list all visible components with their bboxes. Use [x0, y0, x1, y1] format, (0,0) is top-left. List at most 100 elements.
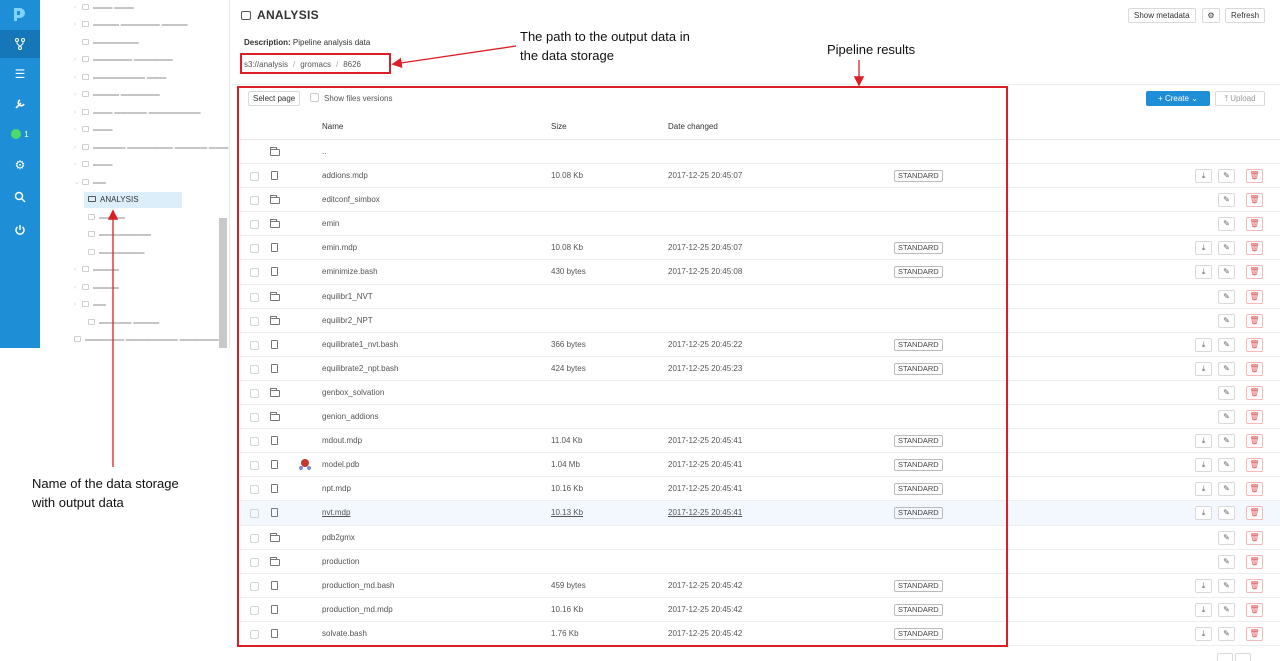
table-row[interactable]: nvt.mdp 10.13 Kb 2017-12-25 20:45:41 STANDA…: [240, 501, 1280, 526]
row-checkbox[interactable]: [250, 485, 259, 495]
delete-icon[interactable]: 🗑: [1246, 506, 1263, 521]
delete-icon[interactable]: 🗑: [1246, 434, 1263, 449]
download-icon[interactable]: ⤓: [1195, 458, 1212, 473]
delete-icon[interactable]: 🗑: [1246, 217, 1263, 232]
delete-icon[interactable]: 🗑: [1246, 361, 1263, 376]
edit-icon[interactable]: ✎: [1218, 241, 1235, 256]
table-row[interactable]: production ✎ 🗑: [240, 550, 1280, 574]
row-checkbox[interactable]: [250, 629, 259, 639]
file-name[interactable]: production_md.bash: [322, 581, 395, 590]
file-name[interactable]: nvt.mdp: [322, 508, 350, 517]
table-row[interactable]: emin ✎ 🗑: [240, 212, 1280, 237]
upload-button[interactable]: ⤒ Upload: [1215, 91, 1265, 106]
row-checkbox[interactable]: [250, 268, 259, 278]
row-checkbox[interactable]: [250, 172, 259, 182]
row-checkbox[interactable]: [250, 509, 259, 519]
edit-icon[interactable]: ✎: [1218, 602, 1235, 617]
breadcrumb-item[interactable]: 8626: [343, 60, 361, 69]
table-row[interactable]: genion_addions ✎ 🗑: [240, 405, 1280, 430]
file-name[interactable]: equilibr1_NVT: [322, 292, 373, 301]
delete-icon[interactable]: 🗑: [1246, 458, 1263, 473]
row-checkbox[interactable]: [250, 388, 259, 398]
tree-item[interactable]: ▬▬▬▬▬▬▬: [82, 36, 139, 50]
tree-item[interactable]: ▬▬▬▬: [88, 211, 125, 225]
tree-item[interactable]: ▬▬▬▬▬▬▬: [88, 246, 145, 260]
delete-icon[interactable]: 🗑: [1246, 313, 1263, 328]
table-row[interactable]: model.pdb 1.04 Mb 2017-12-25 20:45:41 STAND…: [240, 453, 1280, 478]
delete-icon[interactable]: 🗑: [1246, 241, 1263, 256]
delete-icon[interactable]: 🗑: [1246, 193, 1263, 208]
tree-item[interactable]: › ▬▬▬▬: [74, 281, 119, 295]
row-checkbox[interactable]: [250, 413, 259, 423]
tree-item[interactable]: ▬▬▬▬▬▬ ▬▬▬▬▬▬▬▬ ▬▬▬▬▬▬: [74, 333, 219, 347]
tree-item[interactable]: › ▬▬▬▬ ▬▬▬▬▬▬ ▬▬▬▬: [74, 18, 188, 32]
download-icon[interactable]: ⤓: [1195, 506, 1212, 521]
file-name[interactable]: npt.mdp: [322, 484, 351, 493]
download-icon[interactable]: ⤓: [1195, 434, 1212, 449]
file-name[interactable]: ..: [322, 147, 326, 156]
delete-icon[interactable]: 🗑: [1246, 626, 1263, 641]
tools-icon[interactable]: [0, 90, 40, 118]
edit-icon[interactable]: ✎: [1218, 361, 1235, 376]
row-checkbox[interactable]: [250, 557, 259, 567]
row-checkbox[interactable]: [250, 340, 259, 350]
file-name[interactable]: pdb2gmx: [322, 533, 355, 542]
file-name[interactable]: genbox_solvation: [322, 388, 384, 397]
delete-icon[interactable]: 🗑: [1246, 482, 1263, 497]
table-row[interactable]: mdout.mdp 11.04 Kb 2017-12-25 20:45:41 STAN…: [240, 429, 1280, 454]
download-icon[interactable]: ⤓: [1195, 169, 1212, 184]
next-page-button[interactable]: [1235, 653, 1251, 661]
file-name[interactable]: production: [322, 557, 359, 566]
breadcrumb-item[interactable]: gromacs: [300, 60, 331, 69]
column-header-size[interactable]: Size: [551, 122, 567, 131]
file-name[interactable]: genion_addions: [322, 412, 379, 421]
download-icon[interactable]: ⤓: [1195, 602, 1212, 617]
delete-icon[interactable]: 🗑: [1246, 578, 1263, 593]
table-row[interactable]: equilibrate1_nvt.bash 366 bytes 2017-12-25…: [240, 333, 1280, 357]
edit-icon[interactable]: ✎: [1218, 169, 1235, 184]
edit-icon[interactable]: ✎: [1218, 313, 1235, 328]
row-checkbox[interactable]: [250, 364, 259, 374]
table-row[interactable]: ..: [240, 140, 1280, 165]
runs-icon[interactable]: 1: [0, 120, 40, 148]
download-icon[interactable]: ⤓: [1195, 337, 1212, 352]
file-name[interactable]: editconf_simbox: [322, 195, 380, 204]
breadcrumb-item[interactable]: s3://analysis: [244, 60, 288, 69]
delete-icon[interactable]: 🗑: [1246, 410, 1263, 425]
tree-item[interactable]: ⌄ ▬▬: [74, 176, 106, 190]
tree-item-analysis[interactable]: ANALYSIS: [84, 192, 182, 208]
edit-icon[interactable]: ✎: [1218, 385, 1235, 400]
file-name[interactable]: addions.mdp: [322, 171, 368, 180]
edit-icon[interactable]: ✎: [1218, 530, 1235, 545]
gear-icon[interactable]: ⚙: [1202, 8, 1220, 23]
edit-icon[interactable]: ✎: [1218, 193, 1235, 208]
edit-icon[interactable]: ✎: [1218, 337, 1235, 352]
download-icon[interactable]: ⤓: [1195, 265, 1212, 280]
edit-icon[interactable]: ✎: [1218, 482, 1235, 497]
file-name[interactable]: eminimize.bash: [322, 267, 378, 276]
column-header-name[interactable]: Name: [322, 122, 343, 131]
file-name[interactable]: equilibr2_NPT: [322, 316, 373, 325]
tree-item[interactable]: › ▬▬▬▬▬▬ ▬▬▬▬▬▬: [74, 53, 173, 67]
table-row[interactable]: equilibr2_NPT ✎ 🗑: [240, 309, 1280, 333]
download-icon[interactable]: ⤓: [1195, 482, 1212, 497]
list-icon[interactable]: ☰: [0, 60, 40, 88]
tree-item[interactable]: › ▬▬▬▬▬ ▬▬▬▬▬▬▬ ▬▬▬▬▬ ▬▬▬: [74, 141, 228, 155]
file-name[interactable]: equilibrate2_npt.bash: [322, 364, 399, 373]
column-header-date[interactable]: Date changed: [668, 122, 718, 131]
table-row[interactable]: genbox_solvation ✎ 🗑: [240, 381, 1280, 406]
tree-item[interactable]: › ▬▬▬▬: [74, 263, 119, 277]
tree-item[interactable]: › ▬▬▬: [74, 158, 113, 172]
tree-item[interactable]: › ▬▬▬▬▬▬▬▬ ▬▬▬: [74, 71, 166, 85]
download-icon[interactable]: ⤓: [1195, 626, 1212, 641]
file-name[interactable]: emin: [322, 219, 339, 228]
tree-item[interactable]: ▬▬▬▬▬ ▬▬▬▬: [88, 316, 159, 330]
file-name[interactable]: solvate.bash: [322, 629, 367, 638]
file-name[interactable]: mdout.mdp: [322, 436, 362, 445]
file-name[interactable]: model.pdb: [322, 460, 359, 469]
row-checkbox[interactable]: [250, 220, 259, 230]
edit-icon[interactable]: ✎: [1218, 289, 1235, 304]
settings-icon[interactable]: ⚙: [0, 151, 40, 179]
row-checkbox[interactable]: [250, 581, 259, 591]
table-row[interactable]: production_md.bash 459 bytes 2017-12-25 20…: [240, 574, 1280, 598]
